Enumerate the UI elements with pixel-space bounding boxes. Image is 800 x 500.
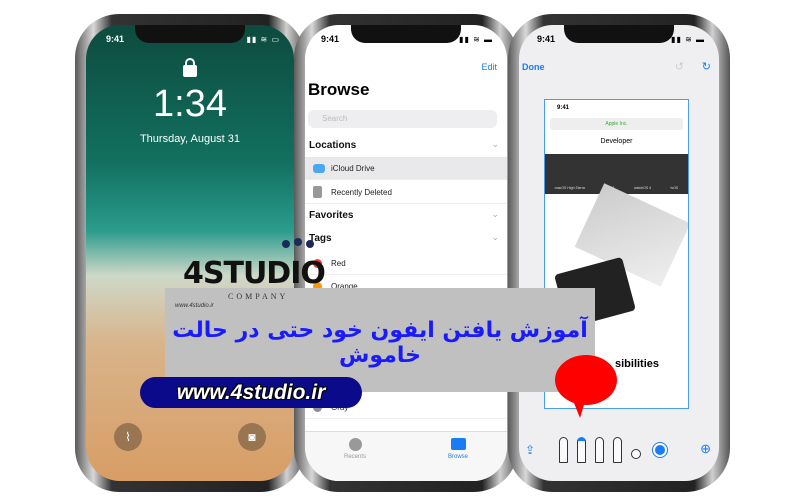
undo-icon[interactable]: ↺ bbox=[675, 60, 684, 73]
chevron-down-icon[interactable]: ⌄ bbox=[491, 139, 499, 150]
logo-subtext: COMPANY bbox=[228, 292, 289, 301]
pen-tool[interactable] bbox=[559, 437, 568, 463]
flashlight-icon[interactable]: ⌇ bbox=[114, 423, 142, 451]
speech-bubble-tail bbox=[572, 398, 586, 418]
clock-icon bbox=[348, 438, 362, 451]
lock-time: 1:34 bbox=[153, 83, 227, 125]
search-input[interactable]: Search bbox=[308, 110, 497, 128]
preview-url-bar: Apple Inc. bbox=[550, 118, 683, 130]
tab-recents[interactable]: Recents bbox=[330, 438, 380, 460]
files-screen: 9:41 ▮▮ ≋ ▬ Edit Browse Search Locations… bbox=[305, 25, 507, 481]
lock-icon bbox=[183, 58, 197, 77]
page-title: Browse bbox=[308, 80, 370, 99]
tab-bar: Recents Browse bbox=[305, 431, 507, 481]
color-picker[interactable] bbox=[653, 443, 667, 457]
status-time: 9:41 bbox=[106, 34, 125, 44]
redo-icon[interactable]: ↻ bbox=[702, 60, 711, 73]
markup-screen: 9:41 ▮▮ ≋ ▬ Done ↺ ↻ 9:41 Apple Inc. Dev… bbox=[519, 25, 719, 481]
files-phone: 9:41 ▮▮ ≋ ▬ Edit Browse Search Locations… bbox=[294, 14, 518, 492]
folder-icon bbox=[450, 438, 466, 450]
tab-browse[interactable]: Browse bbox=[433, 438, 483, 460]
preview-site-header: Developer bbox=[545, 138, 688, 145]
chevron-down-icon[interactable]: ⌄ bbox=[491, 209, 499, 220]
article-title: آموزش یافتن ایفون خود حتی در حالت خاموش bbox=[172, 318, 588, 368]
add-icon[interactable]: ⊕ bbox=[700, 441, 711, 457]
preview-status-time: 9:41 bbox=[557, 105, 570, 111]
status-time: 9:41 bbox=[537, 34, 556, 44]
pencil-tool[interactable] bbox=[595, 437, 604, 463]
location-icloud-drive[interactable]: iCloud Drive bbox=[305, 157, 507, 180]
preview-caption: sibilities bbox=[615, 358, 660, 370]
tab-label: Browse bbox=[447, 454, 468, 460]
list-item-label: Red bbox=[331, 259, 346, 268]
icloud-icon bbox=[313, 164, 325, 173]
status-icons: ▮▮ ≋ ▬ bbox=[459, 35, 493, 44]
list-item-label: iCloud Drive bbox=[331, 164, 375, 173]
share-icon[interactable]: ⇪ bbox=[525, 443, 535, 457]
lasso-tool[interactable] bbox=[631, 449, 641, 459]
website-url[interactable]: www.4studio.ir bbox=[140, 377, 362, 408]
search-placeholder: Search bbox=[322, 114, 348, 123]
lock-screen-phone: 9:41 ▮▮ ≋ ▭ 1:34 Thursday, August 31 ⌇ ◙ bbox=[75, 14, 305, 492]
lock-date: Thursday, August 31 bbox=[139, 133, 241, 145]
camera-icon[interactable]: ◙ bbox=[238, 423, 266, 451]
edit-button[interactable]: Edit bbox=[481, 62, 497, 72]
logo-url: www.4studio.ir bbox=[175, 303, 214, 309]
status-icons: ▮▮ ≋ ▬ bbox=[671, 35, 705, 44]
location-recently-deleted[interactable]: Recently Deleted bbox=[305, 181, 507, 204]
done-button[interactable]: Done bbox=[522, 62, 545, 72]
list-item-label: Recently Deleted bbox=[331, 188, 392, 197]
platform-label: tvOS bbox=[670, 186, 679, 190]
chevron-down-icon[interactable]: ⌄ bbox=[491, 232, 499, 243]
markup-toolbar: ⇪ ⊕ bbox=[519, 431, 719, 481]
trash-icon bbox=[313, 186, 322, 198]
preview-site: Developer bbox=[600, 138, 633, 145]
preview-url: Apple Inc. bbox=[605, 121, 628, 127]
marker-tool[interactable] bbox=[577, 437, 586, 463]
logo-text: 4STUDIO bbox=[183, 256, 326, 291]
tab-label: Recents bbox=[343, 454, 366, 460]
section-locations[interactable]: Locations bbox=[309, 140, 356, 151]
status-time: 9:41 bbox=[321, 34, 340, 44]
section-favorites[interactable]: Favorites bbox=[309, 210, 353, 221]
speech-bubble-icon bbox=[555, 355, 617, 405]
eraser-tool[interactable] bbox=[613, 437, 622, 463]
platform-label: macOS High Sierra bbox=[554, 186, 585, 190]
platform-label: watchOS 4 bbox=[634, 186, 652, 190]
tag-red[interactable]: Red bbox=[305, 252, 507, 275]
markup-phone: 9:41 ▮▮ ≋ ▬ Done ↺ ↻ 9:41 Apple Inc. Dev… bbox=[508, 14, 730, 492]
lock-screen: 9:41 ▮▮ ≋ ▭ 1:34 Thursday, August 31 ⌇ ◙ bbox=[86, 25, 294, 481]
status-icons: ▮▮ ≋ ▭ bbox=[246, 35, 280, 44]
logo-people-icon bbox=[280, 238, 320, 260]
